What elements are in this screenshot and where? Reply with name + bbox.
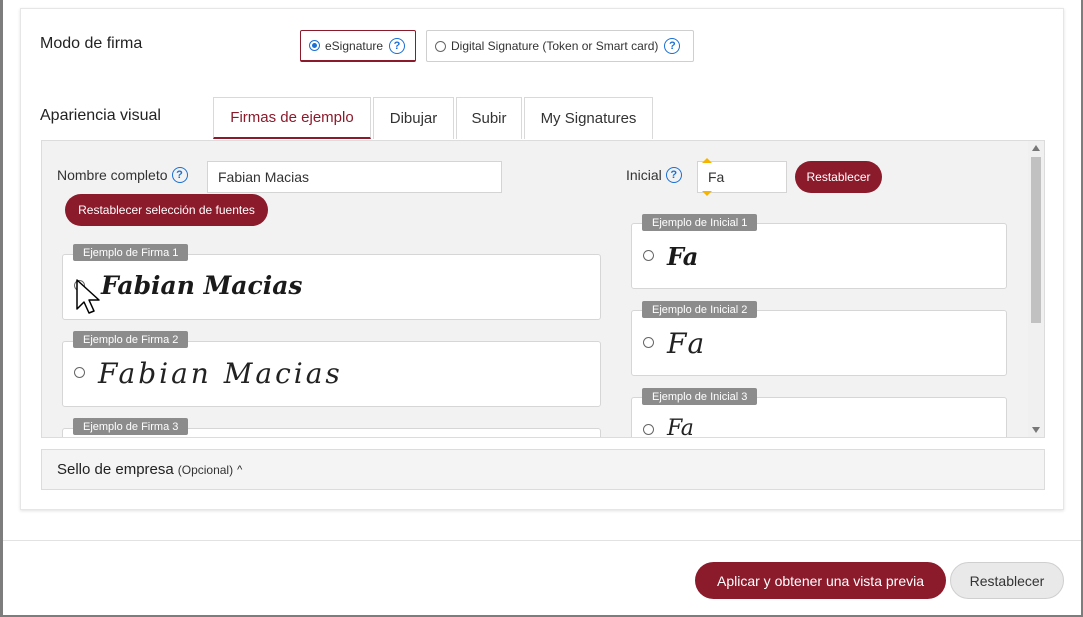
- initial-sample-2-text: Fa: [667, 327, 708, 360]
- resize-handle-icon[interactable]: [702, 158, 712, 196]
- visual-appearance-label: Apariencia visual: [40, 107, 161, 124]
- scroll-down-icon[interactable]: [1032, 427, 1040, 433]
- full-name-input[interactable]: Fabian Macias: [207, 161, 502, 193]
- tab-upload[interactable]: Subir: [456, 97, 522, 139]
- digital-signature-label: Digital Signature (Token or Smart card): [451, 39, 659, 53]
- esignature-radio[interactable]: [309, 40, 320, 51]
- reset-button[interactable]: Restablecer: [950, 562, 1064, 599]
- reset-initial-button[interactable]: Restablecer: [795, 161, 882, 193]
- esignature-label: eSignature: [325, 38, 384, 53]
- digital-signature-option[interactable]: Digital Signature (Token or Smart card) …: [426, 30, 694, 62]
- company-stamp-section[interactable]: Sello de empresa (Opcional) ^: [41, 449, 1045, 490]
- initial-label: Inicial: [626, 167, 662, 183]
- digital-signature-radio[interactable]: [435, 40, 446, 52]
- initial-sample-2-tag: Ejemplo de Inicial 2: [642, 301, 758, 318]
- help-icon[interactable]: ?: [171, 167, 188, 183]
- initial-sample-3-radio[interactable]: [643, 424, 654, 435]
- initial-sample-3-text: Fa: [667, 416, 694, 438]
- sample-signatures-panel: Nombre completo ? Fabian Macias Restable…: [41, 140, 1045, 438]
- initial-sample-1[interactable]: Fa: [631, 223, 1007, 289]
- company-stamp-optional: (Opcional): [177, 462, 234, 477]
- signature-sample-1[interactable]: Fabian Macias: [62, 254, 601, 320]
- signature-sample-2-text: Fabian Macias: [98, 357, 343, 390]
- initial-sample-3-tag: Ejemplo de Inicial 3: [642, 388, 758, 405]
- full-name-label: Nombre completo: [57, 167, 168, 183]
- mouse-cursor-icon: [76, 279, 100, 314]
- esignature-option[interactable]: eSignature ?: [300, 30, 416, 62]
- tab-sample-signatures[interactable]: Firmas de ejemplo: [213, 97, 371, 139]
- signature-sample-3-tag: Ejemplo de Firma 3: [73, 418, 189, 435]
- initial-sample-1-radio[interactable]: [643, 250, 654, 261]
- initial-sample-2-radio[interactable]: [643, 337, 654, 348]
- initial-sample-2[interactable]: Fa: [631, 310, 1007, 376]
- full-name-row: Nombre completo ?: [57, 167, 188, 183]
- signature-sample-2[interactable]: Fabian Macias: [62, 341, 601, 407]
- footer-divider: [3, 540, 1081, 541]
- panel-scrollbar[interactable]: [1028, 141, 1044, 437]
- signature-sample-2-tag: Ejemplo de Firma 2: [73, 331, 189, 348]
- tab-my-signatures[interactable]: My Signatures: [524, 97, 653, 139]
- initial-sample-1-tag: Ejemplo de Inicial 1: [642, 214, 758, 231]
- scrollbar-thumb[interactable]: [1031, 157, 1041, 323]
- help-icon[interactable]: ?: [664, 38, 681, 54]
- signature-sample-1-text: Fabian Macias: [101, 271, 303, 300]
- signing-mode-label: Modo de firma: [40, 35, 143, 52]
- signature-settings-card: Modo de firma eSignature ? Digital Signa…: [20, 8, 1064, 510]
- initial-sample-1-text: Fa: [667, 242, 699, 271]
- company-stamp-label: Sello de empresa: [57, 461, 174, 478]
- chevron-up-icon[interactable]: ^: [237, 464, 242, 476]
- signature-modal: Modo de firma eSignature ? Digital Signa…: [3, 0, 1081, 615]
- initial-row: Inicial ?: [626, 167, 682, 183]
- reset-fonts-button[interactable]: Restablecer selección de fuentes: [65, 194, 268, 226]
- apply-preview-button[interactable]: Aplicar y obtener una vista previa: [695, 562, 946, 599]
- help-icon[interactable]: ?: [665, 167, 682, 183]
- signature-sample-1-tag: Ejemplo de Firma 1: [73, 244, 189, 261]
- help-icon[interactable]: ?: [389, 37, 406, 54]
- signature-sample-2-radio[interactable]: [74, 367, 85, 378]
- scroll-up-icon[interactable]: [1032, 145, 1040, 151]
- tab-draw[interactable]: Dibujar: [373, 97, 454, 139]
